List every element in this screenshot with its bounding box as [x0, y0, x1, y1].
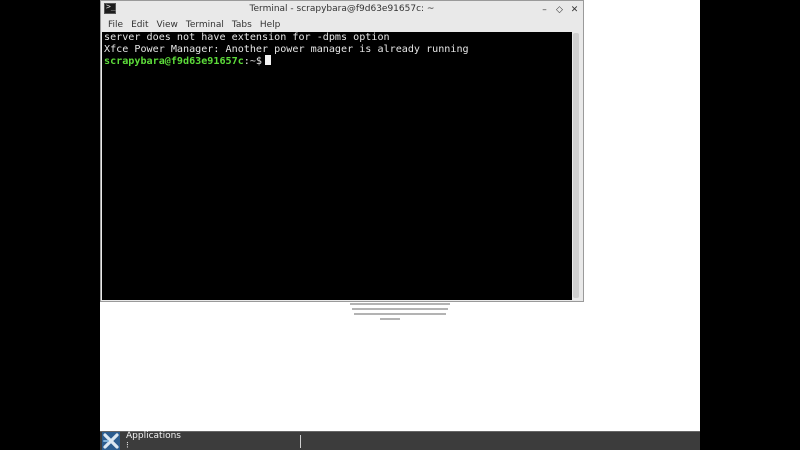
terminal-output[interactable]: server does not have extension for -dpms…: [102, 32, 573, 300]
menu-file[interactable]: File: [108, 18, 123, 32]
scrollbar-thumb[interactable]: [573, 33, 579, 298]
terminal-line: server does not have extension for -dpms…: [104, 32, 390, 43]
desktop: >_ Terminal - scrapybara@f9d63e91657c: ~…: [100, 0, 700, 450]
desktop-icon-blurred[interactable]: [350, 300, 450, 322]
menu-help[interactable]: Help: [260, 18, 281, 32]
prompt-suffix: :~$: [243, 56, 263, 67]
menu-view[interactable]: View: [157, 18, 178, 32]
taskbar-separator: [300, 435, 301, 448]
terminal-window[interactable]: >_ Terminal - scrapybara@f9d63e91657c: ~…: [100, 0, 584, 302]
window-titlebar[interactable]: >_ Terminal - scrapybara@f9d63e91657c: ~…: [101, 1, 583, 18]
text-cursor: [265, 55, 272, 65]
maximize-button[interactable]: ◇: [555, 4, 564, 16]
terminal-scrollbar[interactable]: [572, 32, 581, 300]
xfce-logo-icon: [102, 432, 120, 450]
menubar: File Edit View Terminal Tabs Help: [101, 18, 583, 32]
applications-menu-button[interactable]: Applications ⁝: [100, 431, 181, 450]
close-button[interactable]: ✕: [570, 4, 579, 16]
minimize-button[interactable]: –: [540, 4, 549, 16]
terminal-line: Xfce Power Manager: Another power manage…: [104, 43, 469, 55]
prompt-user-host: scrapybara@f9d63e91657c: [104, 56, 244, 67]
menu-edit[interactable]: Edit: [131, 18, 148, 32]
menu-tabs[interactable]: Tabs: [232, 18, 252, 32]
applications-label: Applications ⁝: [126, 431, 181, 450]
menu-terminal[interactable]: Terminal: [186, 18, 224, 32]
window-title: Terminal - scrapybara@f9d63e91657c: ~: [249, 4, 435, 14]
taskbar: Applications ⁝: [100, 431, 700, 450]
